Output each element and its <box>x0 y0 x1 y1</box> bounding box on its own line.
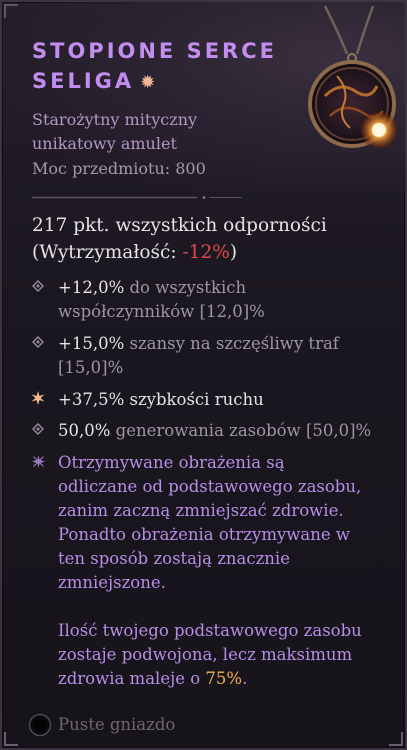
resist-pre: (Wytrzymałość: <box>32 242 183 263</box>
unique-power-line: Otrzymywane obrażenia są <box>58 453 285 472</box>
empty-socket-icon <box>28 713 52 737</box>
unique-power-last-post: . <box>242 669 248 688</box>
durability-penalty: -12% <box>182 242 230 263</box>
affix-text: +15,0% szansy na szczęśliwy traf [15,0]% <box>58 332 388 380</box>
frame-corner <box>389 732 403 746</box>
resist-line2: (Wytrzymałość: -12%) <box>32 239 392 266</box>
unique-power-line: zmniejszone. <box>58 573 166 592</box>
item-name-line2-wrap: SELIGA ✹ <box>32 66 302 98</box>
affix-desc: szansy na szczęśliwy traf <box>124 334 339 353</box>
affix-value: 50,0% <box>58 421 111 440</box>
item-type-line1: Starożytny mityczny <box>32 110 198 129</box>
unique-power-last-pre: zdrowia maleje o <box>58 669 206 688</box>
affix-text: +37,5% szybkości ruchu <box>58 388 388 412</box>
unique-power-line: Ilość twojego podstawowego zasobu <box>58 621 362 640</box>
mythic-star-icon: ✹ <box>140 72 159 93</box>
item-power: Moc przedmiotu: 800 <box>32 159 206 178</box>
affix-text: +12,0% do wszystkich współczynników [12,… <box>58 276 388 324</box>
unique-power-line: zanim zaczną zmniejszać zdrowie. <box>58 501 344 520</box>
resist-line1: 217 pkt. wszystkich odporności <box>32 215 327 236</box>
affix-line2: [15,0]% <box>58 358 124 377</box>
health-reduction-value: 75% <box>205 669 243 688</box>
affix-value: +37,5% szybkości ruchu <box>58 390 264 409</box>
unique-power-line: ten sposób zostają znacznie <box>58 549 290 568</box>
item-name: STOPIONE SERCE SELIGA ✹ <box>32 36 302 98</box>
affix-line: +15,0% szansy na szczęśliwy traf <box>58 332 388 356</box>
item-name-line1: STOPIONE SERCE <box>32 39 277 63</box>
affix-line: 50,0% generowania zasobów [50,0]% <box>58 419 388 443</box>
unique-power-text: Otrzymywane obrażenia są odliczane od po… <box>58 451 388 691</box>
affix-text: 50,0% generowania zasobów [50,0]% <box>58 419 388 443</box>
affix-line2: współczynników [12,0]% <box>58 302 265 321</box>
unique-power-spacer <box>58 595 388 619</box>
affix-line: +12,0% do wszystkich <box>58 276 388 300</box>
item-tooltip: STOPIONE SERCE SELIGA ✹ Starożytny mityc… <box>0 0 407 750</box>
diamond-bullet-icon <box>32 280 44 292</box>
item-type-line2: unikatowy amulet <box>32 134 177 153</box>
diamond-bullet-icon <box>32 336 44 348</box>
affix-desc: do wszystkich <box>124 278 247 297</box>
affix-value: +12,0% <box>58 278 125 297</box>
resist-post: ) <box>229 242 238 263</box>
unique-power-line: zostaje podwojona, lecz maksimum <box>58 645 353 664</box>
socket-label: Puste gniazdo <box>58 715 176 734</box>
affix-line: +37,5% szybkości ruchu <box>58 388 388 412</box>
diamond-bullet-icon <box>32 423 44 435</box>
unique-power-line: Ponadto obrażenia otrzymywane w <box>58 525 351 544</box>
affix-desc: generowania zasobów [50,0]% <box>110 421 372 440</box>
affix-value: +15,0% <box>58 334 125 353</box>
frame-corner <box>4 732 18 746</box>
unique-power-icon <box>32 455 45 468</box>
greater-affix-star-icon <box>31 391 45 405</box>
section-divider <box>32 196 242 199</box>
unique-power-line: odliczane od podstawowego zasobu, <box>58 477 362 496</box>
amulet-icon <box>308 6 399 150</box>
unique-power-line-last: zdrowia maleje o 75%. <box>58 667 388 691</box>
resist-block: 217 pkt. wszystkich odporności (Wytrzyma… <box>32 212 392 266</box>
item-name-line2: SELIGA <box>32 69 135 93</box>
item-type: Starożytny mityczny unikatowy amulet <box>32 108 292 156</box>
